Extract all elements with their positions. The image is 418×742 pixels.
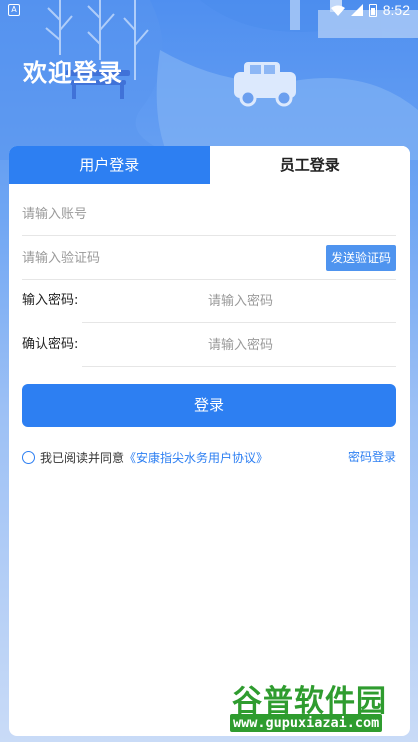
status-bar: A 8:52 [0,0,418,22]
login-button[interactable]: 登录 [22,384,396,427]
confirm-password-row: 确认密码: [22,323,396,367]
signal-icon [350,4,363,16]
account-input[interactable] [22,192,396,236]
user-agreement-link[interactable]: 《安康指尖水务用户协议》 [124,449,268,466]
verification-code-input[interactable] [22,236,312,280]
login-card: 用户登录 员工登录 发送验证码 输入密码: 确认密码: 登录 我已阅读并同意 《… [9,146,410,736]
agreement-row: 我已阅读并同意 《安康指尖水务用户协议》 [22,448,268,466]
send-code-button[interactable]: 发送验证码 [326,245,396,271]
confirm-password-input[interactable] [208,323,396,367]
tab-user-login[interactable]: 用户登录 [9,146,210,184]
watermark-url: www.gupuxiazai.com [230,714,383,732]
battery-icon [368,3,377,17]
account-row [22,192,396,236]
login-tabs: 用户登录 员工登录 [9,146,410,184]
confirm-password-label: 确认密码: [22,337,79,352]
tab-staff-login[interactable]: 员工登录 [209,146,410,184]
notification-icon: A [8,4,20,16]
status-time: 8:52 [382,2,410,18]
password-row: 输入密码: [22,279,396,323]
password-input[interactable] [208,279,396,323]
password-label: 输入密码: [22,293,79,308]
watermark-logo: 谷普软件园 www.gupuxiazai.com [228,676,414,738]
agreement-prefix: 我已阅读并同意 [40,450,125,465]
wifi-icon [330,5,345,16]
code-row: 发送验证码 [22,236,396,280]
page-title: 欢迎登录 [23,59,123,87]
agreement-checkbox[interactable] [22,450,35,464]
status-icons: 8:52 [330,2,410,18]
password-login-link[interactable]: 密码登录 [348,448,396,466]
